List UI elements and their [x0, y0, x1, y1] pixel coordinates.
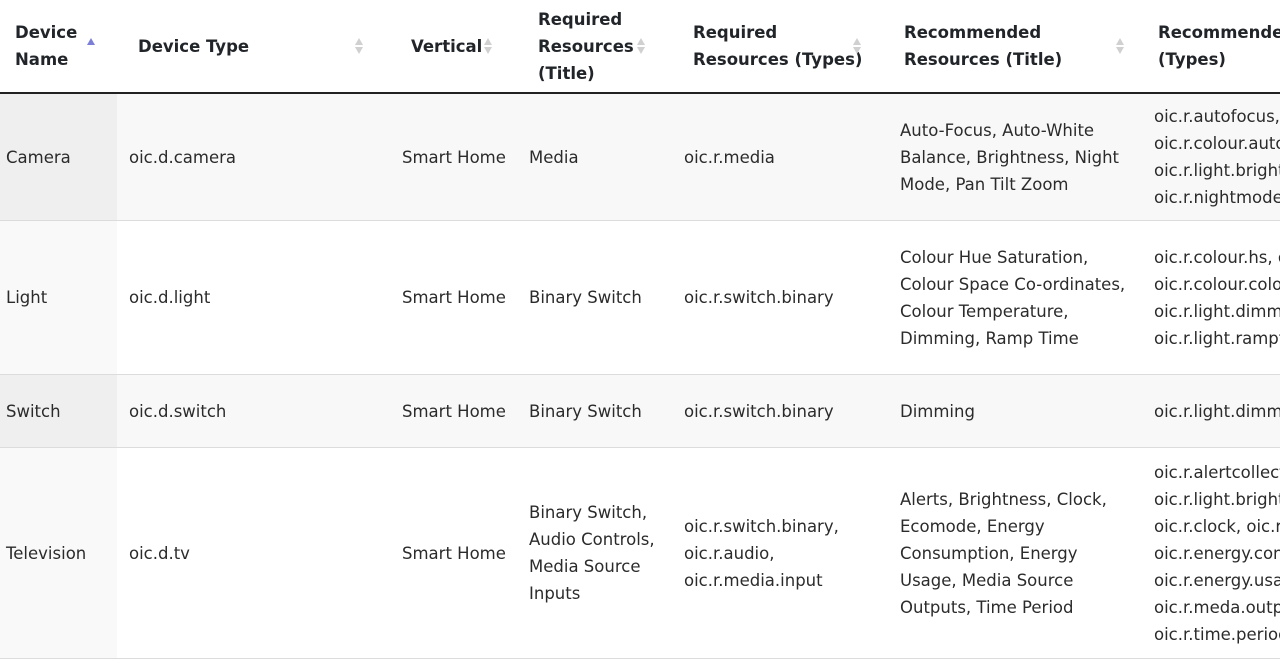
cell-device-name: Light — [0, 220, 117, 375]
column-header-vertical[interactable]: Vertical — [390, 0, 517, 94]
sort-ascending-icon[interactable] — [87, 37, 95, 55]
header-label: Required — [538, 9, 623, 29]
header-label: Device — [15, 23, 78, 42]
cell-vertical: Smart Home — [390, 93, 517, 221]
resource-type-line: oic.r.time.period — [1154, 624, 1280, 644]
header-label: Resources — [538, 36, 634, 56]
column-header-recommended-resources-title[interactable]: Recommended Resources (Title) — [888, 0, 1142, 94]
header-label: Device Type — [138, 36, 250, 56]
cell-vertical: Smart Home — [390, 447, 517, 659]
cell-required-title: Binary Switch — [517, 220, 672, 375]
cell-device-name: Television — [0, 447, 117, 659]
cell-recommended-title: Alerts, Brightness, Clock, Ecomode, Ener… — [888, 447, 1142, 659]
table-row: Switch oic.d.switch Smart Home Binary Sw… — [0, 374, 1280, 448]
cell-recommended-title: Colour Hue Saturation, Colour Space Co-o… — [888, 220, 1142, 375]
device-types-table: Device Name Device Type Vertical Require… — [0, 0, 1280, 659]
table-row: Light oic.d.light Smart Home Binary Swit… — [0, 220, 1280, 375]
resource-type-line: oic.r.autofocus, — [1154, 107, 1280, 126]
resource-type-line: oic.r.light.brightness, — [1154, 161, 1280, 180]
cell-device-type: oic.d.light — [117, 220, 390, 375]
resource-type-line: oic.r.meda.output, — [1154, 597, 1280, 617]
cell-recommended-title: Auto-Focus, Auto-White Balance, Brightne… — [888, 93, 1142, 221]
cell-required-types: oic.r.switch.binary — [672, 220, 888, 375]
cell-device-name: Switch — [0, 374, 117, 448]
cell-required-types: oic.r.media — [672, 93, 888, 221]
resource-type-line: oic.r.light.brightness, — [1154, 489, 1280, 509]
sort-icon[interactable] — [355, 37, 363, 55]
column-header-recommended-resources-types[interactable]: Recommended Resources (Types) — [1142, 0, 1280, 94]
resource-type-line: oic.r.light.dimming — [1154, 401, 1280, 421]
header-label: Resources (Title) — [904, 50, 1063, 69]
cell-vertical: Smart Home — [390, 374, 517, 448]
column-header-required-resources-types[interactable]: Required Resources (Types) — [672, 0, 888, 94]
resource-type-line: oic.r.alertcollection, — [1154, 462, 1280, 482]
cell-required-title: Media — [517, 93, 672, 221]
resource-type-line: oic.r.energy.usage, — [1154, 570, 1280, 590]
column-header-device-name[interactable]: Device Name — [0, 0, 117, 94]
resource-type-line: oic.r.colour.hs, oic.r.colour.csc, — [1154, 247, 1280, 267]
header-label: Recommended — [904, 23, 1042, 42]
cell-required-types: oic.r.switch.binary, oic.r.audio, oic.r.… — [672, 447, 888, 659]
sort-icon[interactable] — [1116, 37, 1124, 55]
resource-type-line: oic.r.colour.autowhitebalance, — [1154, 134, 1280, 153]
cell-recommended-types: oic.r.light.dimming — [1142, 374, 1280, 448]
header-label: Vertical — [411, 36, 483, 56]
cell-device-name: Camera — [0, 93, 117, 221]
cell-recommended-title: Dimming — [888, 374, 1142, 448]
header-label: Recommended Resources — [1158, 23, 1280, 42]
sort-icon[interactable] — [853, 37, 861, 55]
table-row: Camera oic.d.camera Smart Home Media oic… — [0, 93, 1280, 221]
cell-required-title: Binary Switch — [517, 374, 672, 448]
header-label: (Title) — [538, 63, 595, 83]
header-row: Device Name Device Type Vertical Require… — [0, 0, 1280, 94]
column-header-device-type[interactable]: Device Type — [117, 0, 390, 94]
cell-required-types: oic.r.switch.binary — [672, 374, 888, 448]
resource-type-line: oic.r.light.dimming, — [1154, 301, 1280, 321]
resource-type-line: oic.r.colour.colourtemperature, — [1154, 274, 1280, 294]
header-label: Name — [15, 50, 69, 69]
header-label: (Types) — [1158, 50, 1226, 69]
table-row: Television oic.d.tv Smart Home Binary Sw… — [0, 447, 1280, 659]
cell-device-type: oic.d.switch — [117, 374, 390, 448]
cell-device-type: oic.d.tv — [117, 447, 390, 659]
resource-type-line: oic.r.light.ramptime — [1154, 328, 1280, 348]
cell-recommended-types: oic.r.alertcollection, oic.r.light.brigh… — [1142, 447, 1280, 659]
resource-type-line: oic.r.energy.consumption, — [1154, 543, 1280, 563]
resource-type-line: oic.r.nightmode, oic.r.ptz — [1154, 188, 1280, 207]
cell-device-type: oic.d.camera — [117, 93, 390, 221]
cell-recommended-types: oic.r.colour.hs, oic.r.colour.csc, oic.r… — [1142, 220, 1280, 375]
sort-icon[interactable] — [484, 37, 492, 55]
sort-icon[interactable] — [637, 37, 645, 55]
resource-type-line: oic.r.clock, oic.r.ecomode, — [1154, 516, 1280, 536]
cell-recommended-types: oic.r.autofocus, oic.r.colour.autowhiteb… — [1142, 93, 1280, 221]
cell-required-title: Binary Switch, Audio Controls, Media Sou… — [517, 447, 672, 659]
column-header-required-resources-title[interactable]: Required Resources (Title) — [517, 0, 672, 94]
cell-vertical: Smart Home — [390, 220, 517, 375]
